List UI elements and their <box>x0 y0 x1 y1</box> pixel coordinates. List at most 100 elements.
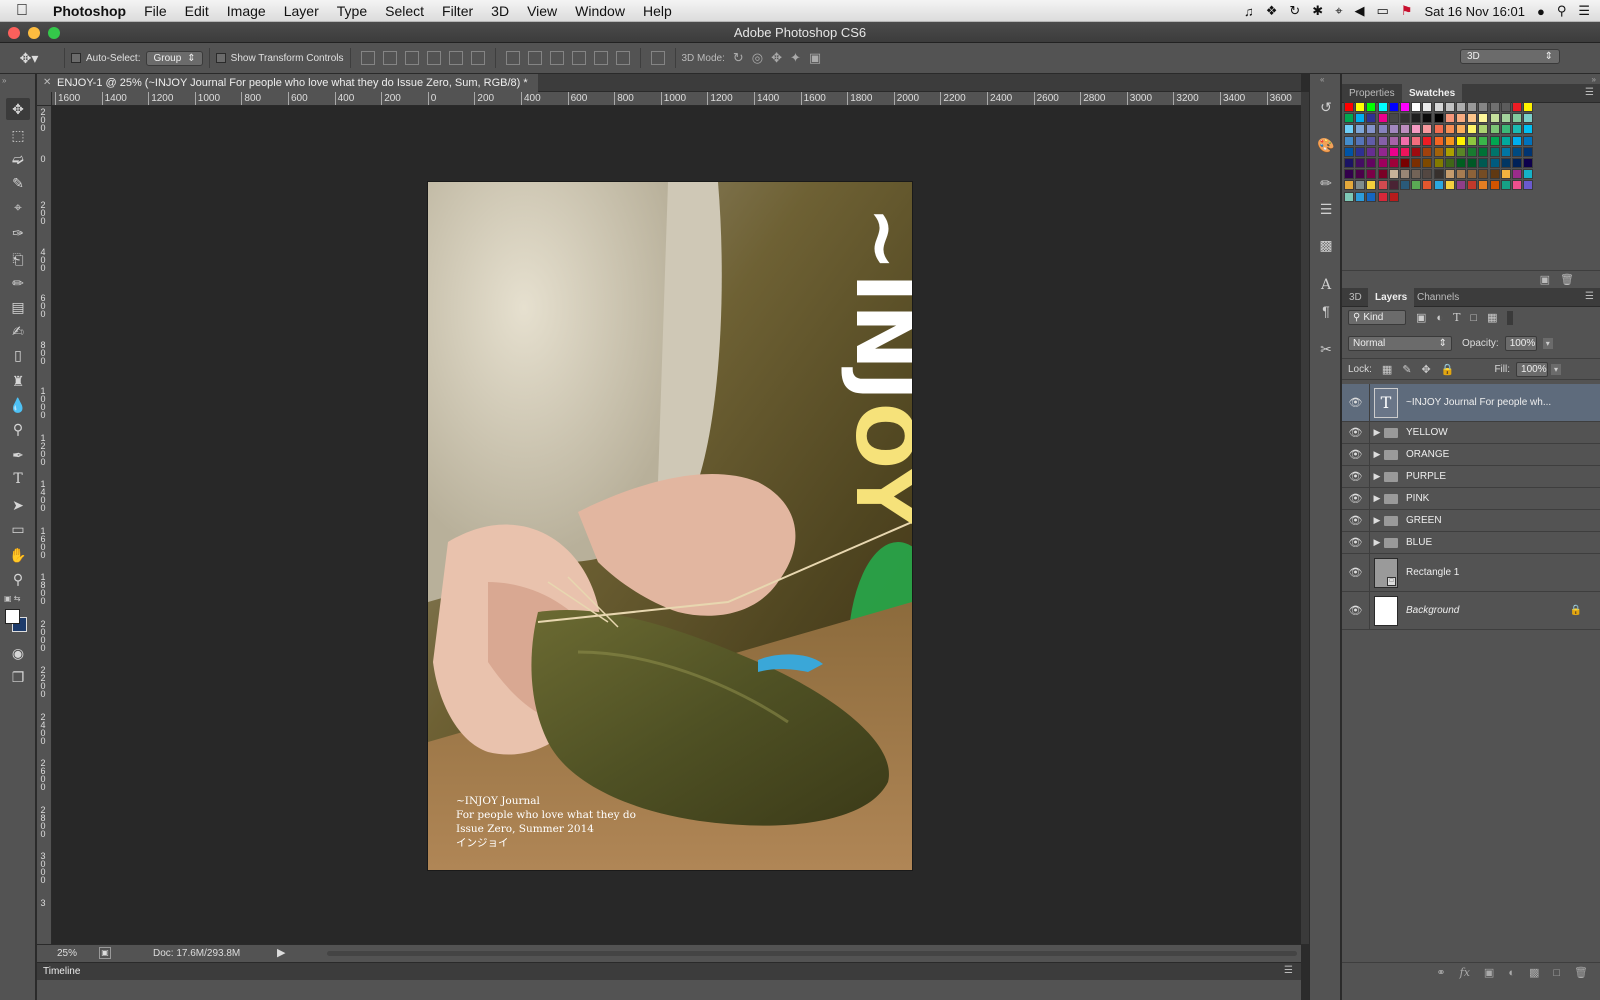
color-swatch[interactable] <box>1444 146 1455 157</box>
rectangle-tool-icon[interactable]: ▭ <box>6 518 30 540</box>
color-swatch[interactable] <box>1467 124 1478 135</box>
music-icon[interactable]: ♫ <box>1244 4 1254 19</box>
menu-edit[interactable]: Edit <box>176 0 218 22</box>
lock-position-icon[interactable]: ✥ <box>1422 363 1431 376</box>
minimize-window-button[interactable] <box>28 27 40 39</box>
visibility-eye-icon[interactable]: 👁 <box>1342 510 1370 531</box>
color-panel-icon[interactable]: 🎨 <box>1315 134 1337 156</box>
visibility-eye-icon[interactable]: 👁 <box>1342 554 1370 591</box>
color-swatch[interactable] <box>1444 102 1455 112</box>
color-swatch[interactable] <box>1433 169 1444 180</box>
link-layers-icon[interactable]: ⚭ <box>1436 966 1445 979</box>
cover-caption[interactable]: ~INJOY Journal For people who love what … <box>456 794 636 850</box>
expand-group-icon[interactable]: ▶ <box>1370 471 1384 482</box>
expand-dock-icon[interactable]: « <box>1320 75 1324 84</box>
color-swatch[interactable] <box>1355 124 1366 135</box>
character-panel-icon[interactable]: A <box>1315 274 1337 296</box>
color-swatch[interactable] <box>1422 169 1433 180</box>
layer-row[interactable]: 👁 T ~INJOY Journal For people wh... <box>1342 384 1600 422</box>
marquee-tool-icon[interactable]: ⬚ <box>6 124 30 146</box>
foreground-color-swatch[interactable] <box>5 609 20 624</box>
color-swatch[interactable] <box>1444 124 1455 135</box>
color-swatch[interactable] <box>1444 158 1455 168</box>
fill-input[interactable]: 100% <box>1516 361 1549 377</box>
color-swatch[interactable] <box>1400 102 1410 112</box>
horizontal-scrollbar[interactable] <box>327 951 1297 956</box>
color-swatch[interactable] <box>1500 124 1511 135</box>
canvas-area[interactable]: ~INJOY ~INJOY Journal For people who lov… <box>52 106 1301 944</box>
color-swatch[interactable] <box>1377 191 1388 202</box>
brush-tool-icon[interactable]: ✏ <box>6 272 30 294</box>
color-swatch[interactable] <box>1366 113 1377 124</box>
color-swatch[interactable] <box>1388 158 1399 168</box>
color-swatch[interactable] <box>1433 146 1444 157</box>
align-left-icon[interactable] <box>426 51 441 65</box>
menu-window[interactable]: Window <box>566 0 634 22</box>
auto-align-icon[interactable] <box>650 51 665 65</box>
battery-icon[interactable]: ▭ <box>1377 3 1389 19</box>
new-swatch-icon[interactable]: ▣ <box>1540 273 1550 286</box>
zoom-level[interactable]: 25% <box>57 948 77 959</box>
history-panel-icon[interactable]: ↺ <box>1315 96 1337 118</box>
tab-channels[interactable]: Channels <box>1410 288 1466 307</box>
lock-transparent-icon[interactable]: ▦ <box>1382 363 1392 376</box>
color-swatch[interactable] <box>1500 113 1511 124</box>
color-swatch[interactable] <box>1422 124 1433 135</box>
fill-slider-icon[interactable]: ▾ <box>1551 363 1562 375</box>
layer-name[interactable]: ~INJOY Journal For people wh... <box>1406 397 1551 408</box>
expand-group-icon[interactable]: ▶ <box>1370 449 1384 460</box>
color-swatch[interactable] <box>1400 146 1410 157</box>
menu-image[interactable]: Image <box>218 0 275 22</box>
auto-select-checkbox[interactable] <box>71 53 81 63</box>
layer-name[interactable]: GREEN <box>1406 515 1442 526</box>
color-swatch[interactable] <box>1500 102 1511 112</box>
color-swatch[interactable] <box>1388 113 1399 124</box>
add-mask-icon[interactable]: ▣ <box>1484 966 1494 979</box>
color-swatch[interactable] <box>1366 135 1377 146</box>
paint-bucket-tool-icon[interactable]: ♜ <box>6 370 30 392</box>
color-swatch[interactable] <box>1377 113 1388 124</box>
color-swatch[interactable] <box>1366 169 1377 180</box>
color-swatch[interactable] <box>1377 102 1388 112</box>
layer-row[interactable]: 👁 ▶ ORANGE <box>1342 444 1600 466</box>
tab-swatches[interactable]: Swatches <box>1402 84 1463 103</box>
color-swatch[interactable] <box>1355 146 1366 157</box>
color-swatch[interactable] <box>1377 146 1388 157</box>
color-swatch[interactable] <box>1456 158 1466 168</box>
color-swatch[interactable] <box>1523 146 1534 157</box>
color-swatch[interactable] <box>1433 102 1444 112</box>
filter-type-icon[interactable]: T <box>1453 311 1460 324</box>
user-icon[interactable]: ● <box>1537 4 1545 19</box>
color-swatch[interactable] <box>1400 158 1410 168</box>
layer-row[interactable]: 👁 ▶ GREEN <box>1342 510 1600 532</box>
color-swatch[interactable] <box>1388 146 1399 157</box>
color-swatch[interactable] <box>1523 180 1534 191</box>
color-swatch[interactable] <box>1489 169 1500 180</box>
color-swatch[interactable] <box>1400 113 1410 124</box>
color-swatch[interactable] <box>1388 180 1399 191</box>
color-swatch[interactable] <box>1489 135 1500 146</box>
tab-3d[interactable]: 3D <box>1342 288 1369 307</box>
color-swatch[interactable] <box>1489 113 1500 124</box>
volume-icon[interactable]: ◀ <box>1355 3 1365 19</box>
color-swatch[interactable] <box>1500 146 1511 157</box>
adjustments-icon[interactable]: ☰ <box>1315 198 1337 220</box>
pen-tool-icon[interactable]: ✒ <box>6 444 30 466</box>
collapse-panel-icon[interactable]: » <box>2 76 6 85</box>
healing-brush-tool-icon[interactable]: ⎗ <box>6 248 30 270</box>
color-swatch[interactable] <box>1467 102 1478 112</box>
color-swatch[interactable] <box>1500 135 1511 146</box>
color-swatch[interactable] <box>1512 135 1522 146</box>
distribute-top-icon[interactable] <box>505 51 520 65</box>
color-swatch[interactable] <box>1433 135 1444 146</box>
visibility-eye-icon[interactable]: 👁 <box>1342 488 1370 509</box>
color-swatch[interactable] <box>1433 113 1444 124</box>
3d-mode-icons[interactable]: ↻◎✥✦▣ <box>733 50 829 66</box>
status-menu-arrow-icon[interactable]: ▶ <box>277 946 285 959</box>
path-selection-tool-icon[interactable]: ➤ <box>6 494 30 516</box>
zoom-window-button[interactable] <box>48 27 60 39</box>
zoom-tool-icon[interactable]: ⚲ <box>6 568 30 590</box>
color-swatch[interactable] <box>1422 102 1433 112</box>
color-swatch[interactable] <box>1344 146 1354 157</box>
color-swatch[interactable] <box>1444 180 1455 191</box>
